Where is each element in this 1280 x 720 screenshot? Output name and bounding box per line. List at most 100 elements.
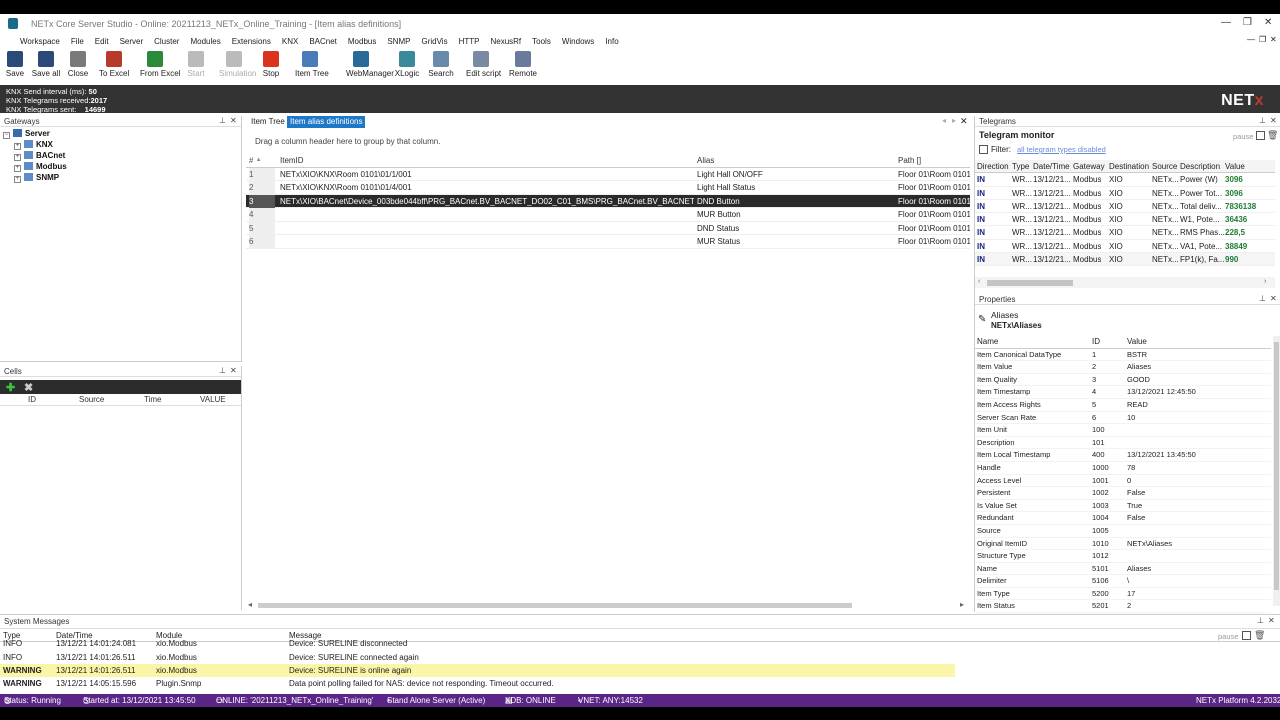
close-window-icon[interactable]: ✕ (1264, 17, 1272, 28)
alias-cell[interactable]: DND Button (697, 195, 895, 208)
property-value[interactable]: False (1127, 487, 1267, 500)
column-header-path[interactable]: Path [] (898, 154, 970, 167)
property-value[interactable]: Aliases (1127, 563, 1267, 576)
filter-checkbox[interactable] (979, 145, 988, 154)
scroll-right-icon[interactable]: ▸ (960, 600, 964, 609)
grid-row[interactable]: 4 MUR Button Floor 01\Room 0101 (246, 208, 970, 222)
column-header[interactable]: Name (977, 336, 998, 349)
column-header[interactable]: Description (1180, 160, 1220, 173)
menu-extensions[interactable]: Extensions (232, 37, 271, 46)
to-excel-button[interactable]: To Excel (99, 51, 129, 78)
property-row[interactable]: Name 5101 Aliases (975, 563, 1271, 576)
path-cell[interactable]: Floor 01\Room 0101 (898, 235, 970, 248)
grid-row[interactable]: 2 NETx\XIO\KNX\Room 0101\01/4/001 Light Ha… (246, 181, 970, 195)
grid-row[interactable]: 1 NETx\XIO\KNX\Room 0101\01/1/001 Light Ha… (246, 167, 970, 181)
item-tree-button[interactable]: Item Tree (295, 51, 329, 78)
property-value[interactable]: 10 (1127, 412, 1267, 425)
tree-node-bacnet[interactable]: + BACnet (14, 151, 65, 161)
mdi-restore-icon[interactable]: ❐ (1259, 35, 1266, 44)
property-value[interactable]: READ (1127, 399, 1267, 412)
menu-gridvis[interactable]: GridVis (421, 37, 447, 46)
minimize-icon[interactable]: — (1221, 17, 1231, 28)
pin-icon[interactable]: ⊥ (219, 366, 226, 375)
property-row[interactable]: Persistent 1002 False (975, 487, 1271, 500)
start-button[interactable]: Start (181, 51, 211, 78)
column-header[interactable]: Gateway (1073, 160, 1105, 173)
menu-tools[interactable]: Tools (532, 37, 551, 46)
menu-http[interactable]: HTTP (459, 37, 480, 46)
grid-row[interactable]: 3 NETx\XIO\BACnet\Device_003bde044bff\PRG… (246, 194, 970, 208)
telegram-horizontal-scrollbar[interactable]: ‹ › (975, 277, 1275, 288)
column-header-alias[interactable]: Alias (697, 154, 895, 167)
property-value[interactable]: \ (1127, 575, 1267, 588)
grid-row[interactable]: 6 MUR Status Floor 01\Room 0101 (246, 235, 970, 249)
menu-bacnet[interactable]: BACnet (309, 37, 337, 46)
alias-cell[interactable]: Light Hall ON/OFF (697, 168, 895, 181)
property-row[interactable]: Delimiter 5106 \ (975, 575, 1271, 588)
simulation-button[interactable]: Simulation (219, 51, 256, 78)
tab-scroll-left-icon[interactable]: ◂ (942, 116, 946, 125)
remote-button[interactable]: Remote (508, 51, 538, 78)
property-value[interactable]: False (1127, 512, 1267, 525)
expand-icon[interactable]: + (14, 143, 21, 150)
property-row[interactable]: Item Unit 100 (975, 424, 1271, 437)
pause-checkbox[interactable] (1256, 131, 1265, 140)
scroll-right-icon[interactable]: › (1264, 278, 1266, 285)
expand-icon[interactable]: + (14, 165, 21, 172)
webmanager-button[interactable]: WebManager (346, 51, 394, 78)
menu-workspace[interactable]: Workspace (20, 37, 60, 46)
property-row[interactable]: Server Scan Rate 6 10 (975, 412, 1271, 425)
path-cell[interactable]: Floor 01\Room 0101 (898, 168, 970, 181)
menu-snmp[interactable]: SNMP (387, 37, 410, 46)
menu-cluster[interactable]: Cluster (154, 37, 179, 46)
scroll-thumb[interactable] (1274, 342, 1279, 590)
scroll-thumb[interactable] (987, 280, 1073, 286)
collapse-icon[interactable]: − (3, 132, 10, 139)
menu-windows[interactable]: Windows (562, 37, 594, 46)
property-row[interactable]: Redundant 1004 False (975, 512, 1271, 525)
property-value[interactable]: 13/12/2021 13:45:50 (1127, 449, 1267, 462)
property-row[interactable]: Item Canonical DataType 1 BSTR (975, 349, 1271, 362)
pin-icon[interactable]: ⊥ (219, 116, 226, 125)
property-row[interactable]: Item Status 5201 2 (975, 600, 1271, 614)
column-header[interactable]: Destination (1109, 160, 1149, 173)
message-row[interactable]: INFO 13/12/21 14:01:26.511 xio.Modbus Devic… (0, 651, 955, 664)
from-excel-button[interactable]: From Excel (140, 51, 180, 78)
properties-vertical-scrollbar[interactable] (1273, 336, 1280, 606)
close-panel-icon[interactable]: ✕ (1270, 294, 1277, 303)
property-value[interactable]: NETx\Aliases (1127, 538, 1267, 551)
alias-cell[interactable]: MUR Status (697, 235, 895, 248)
tree-node-server[interactable]: − Server (3, 129, 50, 139)
edit-script-button[interactable]: Edit script (466, 51, 501, 78)
close-panel-icon[interactable]: ✕ (1268, 616, 1275, 625)
property-row[interactable]: Access Level 1001 0 (975, 475, 1271, 488)
path-cell[interactable]: Floor 01\Room 0101 (898, 222, 970, 235)
property-row[interactable]: Original ItemID 1010 NETx\Aliases (975, 538, 1271, 551)
column-header[interactable]: Source (79, 394, 104, 406)
message-row[interactable]: WARNING 13/12/21 14:01:26.511 xio.Modbus De… (0, 663, 955, 678)
close-tab-icon[interactable]: ✕ (960, 116, 968, 127)
item-id-cell[interactable]: NETx\XIO\KNX\Room 0101\01/4/001 (280, 181, 694, 194)
property-row[interactable]: Item Timestamp 4 13/12/2021 12:45:50 (975, 386, 1271, 399)
property-value[interactable]: 0 (1127, 475, 1267, 488)
pin-icon[interactable]: ⊥ (1257, 616, 1264, 625)
column-header[interactable]: Direction (977, 160, 1009, 173)
tree-node-snmp[interactable]: + SNMP (14, 173, 59, 183)
pin-icon[interactable]: ⊥ (1259, 116, 1266, 125)
property-row[interactable]: Item Quality 3 GOOD (975, 374, 1271, 387)
message-row[interactable]: INFO 13/12/21 14:01:24.081 xio.Modbus Devic… (0, 637, 955, 650)
property-value[interactable]: GOOD (1127, 374, 1267, 387)
tree-node-knx[interactable]: + KNX (14, 140, 53, 150)
mdi-close-icon[interactable]: ✕ (1270, 35, 1277, 44)
column-header[interactable]: ID (1092, 336, 1100, 349)
menu-edit[interactable]: Edit (95, 37, 109, 46)
group-by-hint[interactable]: Drag a column header here to group by th… (255, 137, 440, 146)
column-header[interactable]: Type (1012, 160, 1029, 173)
scroll-left-icon[interactable]: ◂ (248, 600, 252, 609)
tree-node-modbus[interactable]: + Modbus (14, 162, 67, 172)
property-row[interactable]: Is Value Set 1003 True (975, 500, 1271, 513)
menu-knx[interactable]: KNX (282, 37, 298, 46)
menu-modbus[interactable]: Modbus (348, 37, 376, 46)
column-header-number[interactable]: # ▲ (249, 154, 275, 167)
telegram-row[interactable]: IN WR... 13/12/21... Modbus XIO NETx... FP1(k)… (975, 253, 1275, 267)
